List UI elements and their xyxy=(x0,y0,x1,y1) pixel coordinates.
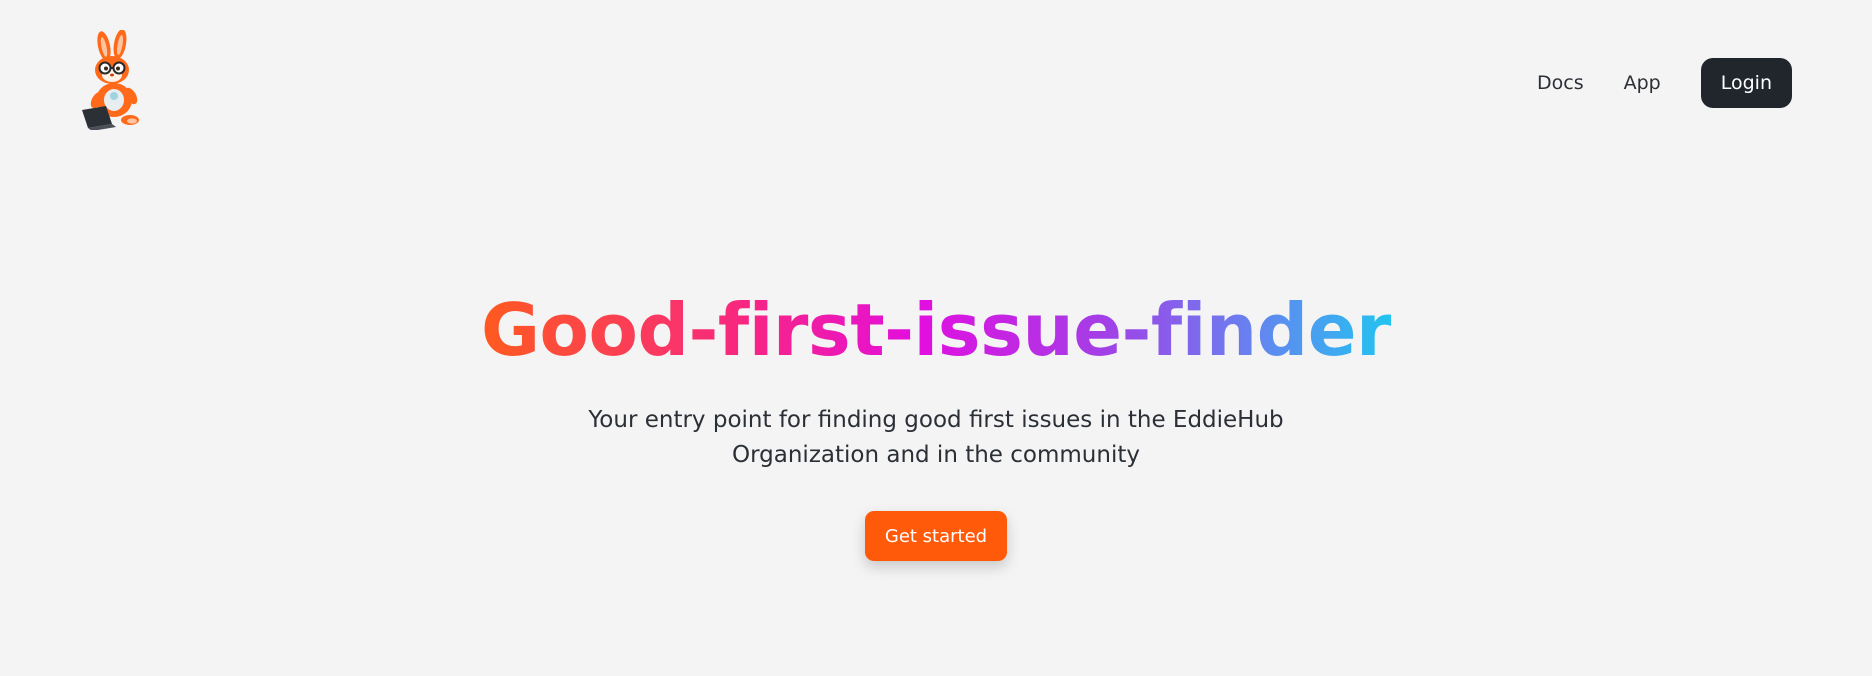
hero-subtitle: Your entry point for finding good first … xyxy=(588,407,1284,468)
nav-link-app[interactable]: App xyxy=(1624,58,1661,108)
get-started-button[interactable]: Get started xyxy=(864,511,1008,561)
site-header: Docs App Login xyxy=(0,0,1872,170)
login-button[interactable]: Login xyxy=(1700,58,1792,108)
main-nav: Docs App Login xyxy=(1537,58,1792,108)
page: Docs App Login Good-first-issue-finder Y… xyxy=(0,0,1872,676)
nav-link-docs[interactable]: Docs xyxy=(1537,58,1584,108)
logo-link[interactable] xyxy=(78,29,146,131)
hero-section: Good-first-issue-finder Your entry point… xyxy=(0,285,1872,561)
bunny-mascot-icon xyxy=(82,29,139,131)
hero-title: Good-first-issue-finder xyxy=(481,285,1392,375)
